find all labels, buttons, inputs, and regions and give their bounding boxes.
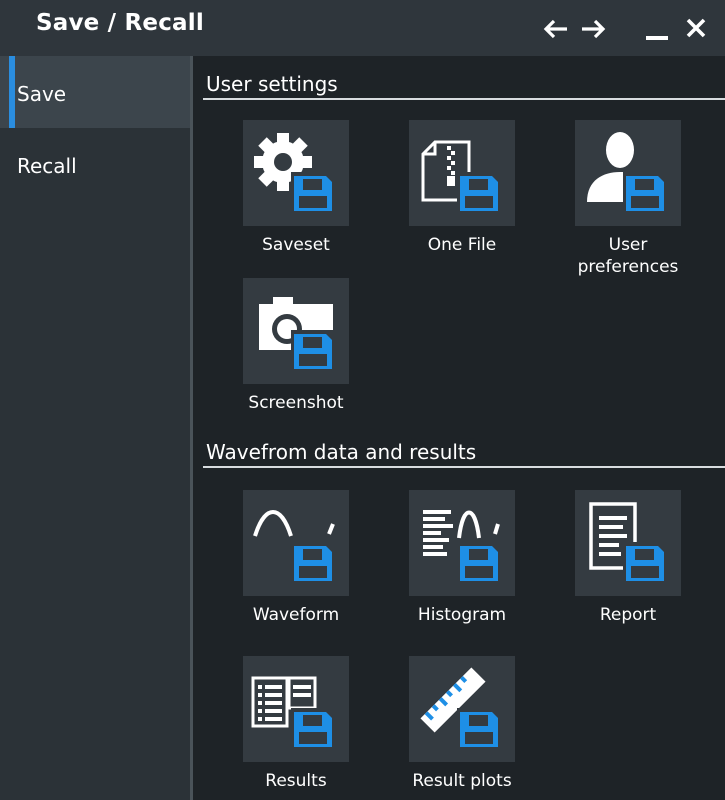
active-indicator xyxy=(9,56,15,128)
sidebar-item-save[interactable]: Save xyxy=(0,56,190,128)
one-file-button[interactable] xyxy=(409,120,515,226)
tile-label: Waveform xyxy=(252,605,340,625)
report-button[interactable] xyxy=(575,490,681,596)
sidebar: Save Recall xyxy=(0,56,190,800)
waveform-save-icon xyxy=(253,510,335,582)
result-plots-button[interactable] xyxy=(409,656,515,762)
sidebar-item-recall[interactable]: Recall xyxy=(0,128,190,200)
histogram-save-icon xyxy=(423,510,501,582)
minimize-icon[interactable] xyxy=(644,16,672,42)
arrow-left-icon[interactable] xyxy=(541,16,569,42)
file-zip-save-icon xyxy=(421,140,501,212)
tile-label: User preferences xyxy=(577,235,679,277)
report-save-icon xyxy=(589,502,667,582)
tile-label: Report xyxy=(599,605,657,625)
main-panel: User settings Saveset One File User pref… xyxy=(193,56,725,800)
window-title: Save / Recall xyxy=(36,10,204,36)
section-title-user-settings: User settings xyxy=(206,72,338,96)
waveform-button[interactable] xyxy=(243,490,349,596)
arrow-right-icon[interactable] xyxy=(580,16,608,42)
user-save-icon xyxy=(587,132,667,212)
ruler-save-icon xyxy=(420,667,501,748)
sidebar-item-label: Save xyxy=(17,82,67,106)
results-table-save-icon xyxy=(251,676,335,748)
tile-label: Result plots xyxy=(412,771,512,791)
tile-label: Histogram xyxy=(417,605,507,625)
saveset-button[interactable] xyxy=(243,120,349,226)
tile-label: Screenshot xyxy=(248,393,344,413)
close-icon[interactable] xyxy=(684,16,712,42)
sidebar-item-label: Recall xyxy=(17,154,77,178)
title-bar: Save / Recall xyxy=(0,0,725,57)
results-button[interactable] xyxy=(243,656,349,762)
tile-label: One File xyxy=(427,235,497,255)
tile-label: Results xyxy=(265,771,327,791)
camera-save-icon xyxy=(259,297,335,370)
section-divider xyxy=(203,466,725,468)
section-title-waveform-data: Wavefrom data and results xyxy=(206,440,477,464)
tile-label: Saveset xyxy=(262,235,330,255)
gear-save-icon xyxy=(254,133,335,212)
screenshot-button[interactable] xyxy=(243,278,349,384)
section-divider xyxy=(203,98,725,100)
histogram-button[interactable] xyxy=(409,490,515,596)
user-preferences-button[interactable] xyxy=(575,120,681,226)
